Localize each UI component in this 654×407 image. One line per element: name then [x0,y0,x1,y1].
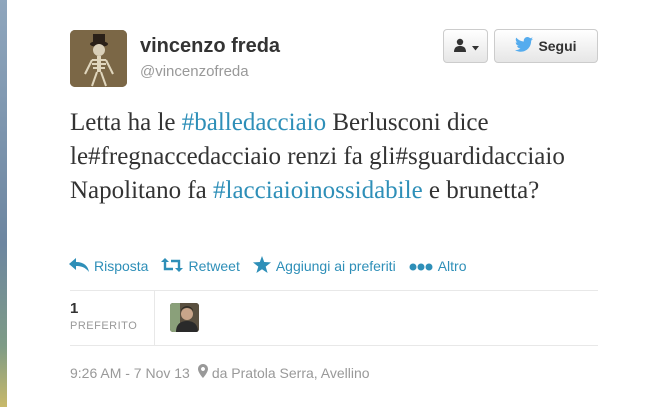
user-handle[interactable]: @vincenzofreda [140,63,249,80]
stats-divider-top [70,290,598,291]
chevron-down-icon [471,38,479,54]
favorite-label: Aggiungi ai preferiti [275,258,396,274]
tweet-text: Letta ha le #balledacciaio Berlusconi di… [70,106,590,208]
more-label: Altro [437,258,467,274]
stats-divider-vertical [154,291,155,345]
favoriter-avatar[interactable] [170,303,199,332]
user-name[interactable]: vincenzo freda [140,35,280,58]
tweet-location[interactable]: da Pratola Serra, Avellino [212,365,370,381]
retweet-label: Retweet [188,258,240,274]
hashtag-link[interactable]: #balledacciaio [182,109,326,136]
favorites-count[interactable]: 1 [70,300,78,317]
follow-label: Segui [538,38,577,54]
map-pin-icon [197,364,208,381]
twitter-bird-icon [515,37,534,55]
reply-icon [69,257,89,275]
tweet-segment: e brunetta? [422,177,540,204]
favorite-action[interactable]: Aggiungi ai preferiti [252,256,396,276]
tweet-actions: Risposta Retweet Aggiungi ai preferiti A… [69,255,479,277]
favoriter-avatar-image [170,303,199,332]
tweet-segment: Letta ha le [70,109,182,136]
avatar-image [70,30,127,87]
stats-divider-bottom [70,345,598,346]
hashtag-link[interactable]: #lacciaioinossidabile [213,177,423,204]
tweet-meta: 9:26 AM - 7 Nov 13 da Pratola Serra, Ave… [70,364,370,381]
tweet-timestamp[interactable]: 9:26 AM - 7 Nov 13 [70,365,190,381]
star-icon [252,256,271,276]
more-action[interactable]: Altro [409,258,467,274]
window-edge [0,0,7,407]
more-dots-icon [409,258,433,274]
reply-label: Risposta [94,258,149,274]
user-actions-button[interactable] [443,29,488,63]
reply-action[interactable]: Risposta [69,257,149,275]
user-icon [453,38,467,55]
favorites-label: PREFERITO [70,320,138,332]
retweet-icon [161,257,184,275]
retweet-action[interactable]: Retweet [161,257,240,275]
follow-button[interactable]: Segui [494,29,598,63]
avatar[interactable] [70,30,127,87]
